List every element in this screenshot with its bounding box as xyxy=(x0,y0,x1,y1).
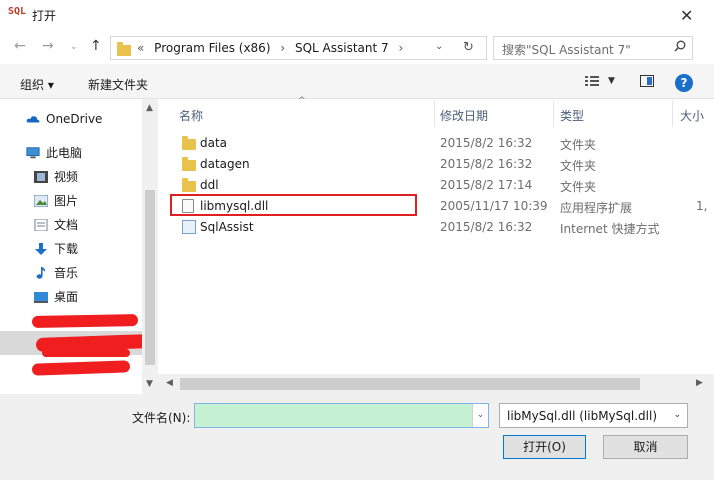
file-type: Internet 快捷方式 xyxy=(560,222,660,236)
table-row[interactable]: ddl 2015/8/2 17:14 文件夹 xyxy=(170,175,714,195)
back-arrow-icon[interactable]: ← xyxy=(14,38,26,54)
column-header-modified[interactable]: 修改日期 xyxy=(440,107,488,124)
file-type: 文件夹 xyxy=(560,180,597,194)
file-type: 应用程序扩展 xyxy=(560,201,633,215)
recent-dropdown-icon[interactable]: ⌄ xyxy=(70,42,78,52)
title-bar xyxy=(0,0,714,31)
scroll-down-icon[interactable]: ▼ xyxy=(146,379,153,389)
nav-item-label: 此电脑 xyxy=(46,146,83,160)
breadcrumb-item[interactable]: Program Files (x86) xyxy=(154,41,270,55)
help-icon[interactable]: ? xyxy=(675,74,693,92)
folder-icon xyxy=(182,178,196,192)
folder-icon xyxy=(182,136,196,150)
breadcrumb-overflow[interactable]: « xyxy=(137,41,144,55)
scroll-right-icon[interactable]: ▶ xyxy=(696,378,703,388)
scroll-left-icon[interactable]: ◀ xyxy=(166,378,173,388)
document-icon xyxy=(34,218,48,231)
organize-button[interactable]: 组织 ▾ xyxy=(20,76,54,93)
table-row[interactable]: datagen 2015/8/2 16:32 文件夹 xyxy=(170,154,714,174)
nav-item-videos[interactable]: 视频 xyxy=(34,168,78,185)
file-name: ddl xyxy=(200,178,219,192)
breadcrumb: « Program Files (x86) › SQL Assistant 7 … xyxy=(137,41,409,55)
internet-shortcut-icon xyxy=(182,220,196,234)
nav-scrollbar-thumb[interactable] xyxy=(145,190,155,365)
nav-item-label: 图片 xyxy=(54,194,79,208)
nav-item-label: 文档 xyxy=(54,218,79,232)
file-size: 1, xyxy=(696,199,708,213)
up-arrow-icon[interactable]: ↑ xyxy=(90,38,102,54)
file-name: SqlAssist xyxy=(200,220,254,234)
nav-item-label: 音乐 xyxy=(54,266,79,280)
file-date: 2015/8/2 16:32 xyxy=(440,157,533,171)
new-folder-button[interactable]: 新建文件夹 xyxy=(88,76,148,93)
nav-item-downloads[interactable]: 下载 xyxy=(34,240,78,257)
column-header-type[interactable]: 类型 xyxy=(560,107,584,124)
cloud-icon xyxy=(26,116,40,123)
nav-item-desktop[interactable]: 桌面 xyxy=(34,288,78,305)
nav-item-documents[interactable]: 文档 xyxy=(34,216,78,233)
chevron-right-icon[interactable]: › xyxy=(280,41,285,55)
window-title: 打开 xyxy=(32,9,57,23)
sort-up-icon: ^ xyxy=(298,96,306,106)
forward-arrow-icon[interactable]: → xyxy=(42,38,54,54)
search-box[interactable]: 搜索"SQL Assistant 7" xyxy=(493,36,693,60)
close-button[interactable]: ✕ xyxy=(680,6,693,25)
column-divider[interactable] xyxy=(553,101,554,127)
address-dropdown-icon[interactable]: ⌄ xyxy=(435,41,443,52)
folder-icon xyxy=(117,42,131,56)
highlight-box xyxy=(170,194,417,216)
redaction-mark xyxy=(31,314,139,328)
nav-item-this-pc[interactable]: 此电脑 xyxy=(26,144,82,161)
file-name: datagen xyxy=(200,157,250,171)
file-date: 2015/8/2 17:14 xyxy=(440,178,533,192)
file-type: 文件夹 xyxy=(560,159,597,173)
nav-item-music[interactable]: 音乐 xyxy=(34,264,78,281)
redaction-mark xyxy=(42,349,130,357)
preview-pane-icon[interactable] xyxy=(640,75,654,87)
table-row[interactable]: SqlAssist 2015/8/2 16:32 Internet 快捷方式 xyxy=(170,217,714,237)
file-date: 2005/11/17 10:39 xyxy=(440,199,548,213)
nav-item-label: 视频 xyxy=(54,170,79,184)
app-icon: SQL xyxy=(8,6,27,17)
file-type: 文件夹 xyxy=(560,138,597,152)
desktop-icon xyxy=(34,291,48,303)
filename-label: 文件名(N): xyxy=(132,411,191,425)
column-header-name[interactable]: 名称 xyxy=(179,107,203,124)
music-note-icon xyxy=(36,266,46,279)
nav-item-pictures[interactable]: 图片 xyxy=(34,192,78,209)
cancel-button[interactable]: 取消 xyxy=(603,435,688,459)
horizontal-scrollbar-thumb[interactable] xyxy=(180,378,640,390)
open-button[interactable]: 打开(O) xyxy=(503,435,586,459)
filename-input[interactable]: ⌄ xyxy=(194,403,489,428)
download-arrow-icon xyxy=(35,242,47,255)
chevron-down-icon[interactable]: ⌄ xyxy=(472,404,488,427)
computer-icon xyxy=(26,146,40,158)
address-bar[interactable]: « Program Files (x86) › SQL Assistant 7 … xyxy=(110,36,487,60)
scroll-up-icon[interactable]: ▲ xyxy=(146,103,153,113)
file-type-select[interactable]: libMySql.dll (libMySql.dll) ⌄ xyxy=(499,403,688,428)
file-type-value: libMySql.dll (libMySql.dll) xyxy=(507,409,657,423)
nav-item-label: 桌面 xyxy=(54,290,79,304)
search-icon[interactable] xyxy=(674,40,686,52)
picture-icon xyxy=(34,194,48,207)
file-name: data xyxy=(200,136,228,150)
table-row[interactable]: data 2015/8/2 16:32 文件夹 xyxy=(170,133,714,153)
column-divider[interactable] xyxy=(434,101,435,127)
nav-item-onedrive[interactable]: OneDrive xyxy=(26,112,102,126)
breadcrumb-item[interactable]: SQL Assistant 7 xyxy=(295,41,389,55)
refresh-icon[interactable]: ↻ xyxy=(463,40,474,55)
file-date: 2015/8/2 16:32 xyxy=(440,220,533,234)
view-options-icon[interactable] xyxy=(585,75,599,87)
chevron-down-icon: ⌄ xyxy=(673,410,681,420)
video-icon xyxy=(34,170,48,183)
chevron-right-icon[interactable]: › xyxy=(398,41,403,55)
nav-item-label: 下载 xyxy=(54,242,79,256)
folder-icon xyxy=(182,157,196,171)
column-divider[interactable] xyxy=(672,101,673,127)
view-dropdown-icon[interactable]: ▼ xyxy=(608,76,615,86)
search-input[interactable]: 搜索"SQL Assistant 7" xyxy=(502,41,631,58)
nav-item-label: OneDrive xyxy=(46,112,103,126)
column-header-size[interactable]: 大小 xyxy=(680,107,704,124)
file-date: 2015/8/2 16:32 xyxy=(440,136,533,150)
